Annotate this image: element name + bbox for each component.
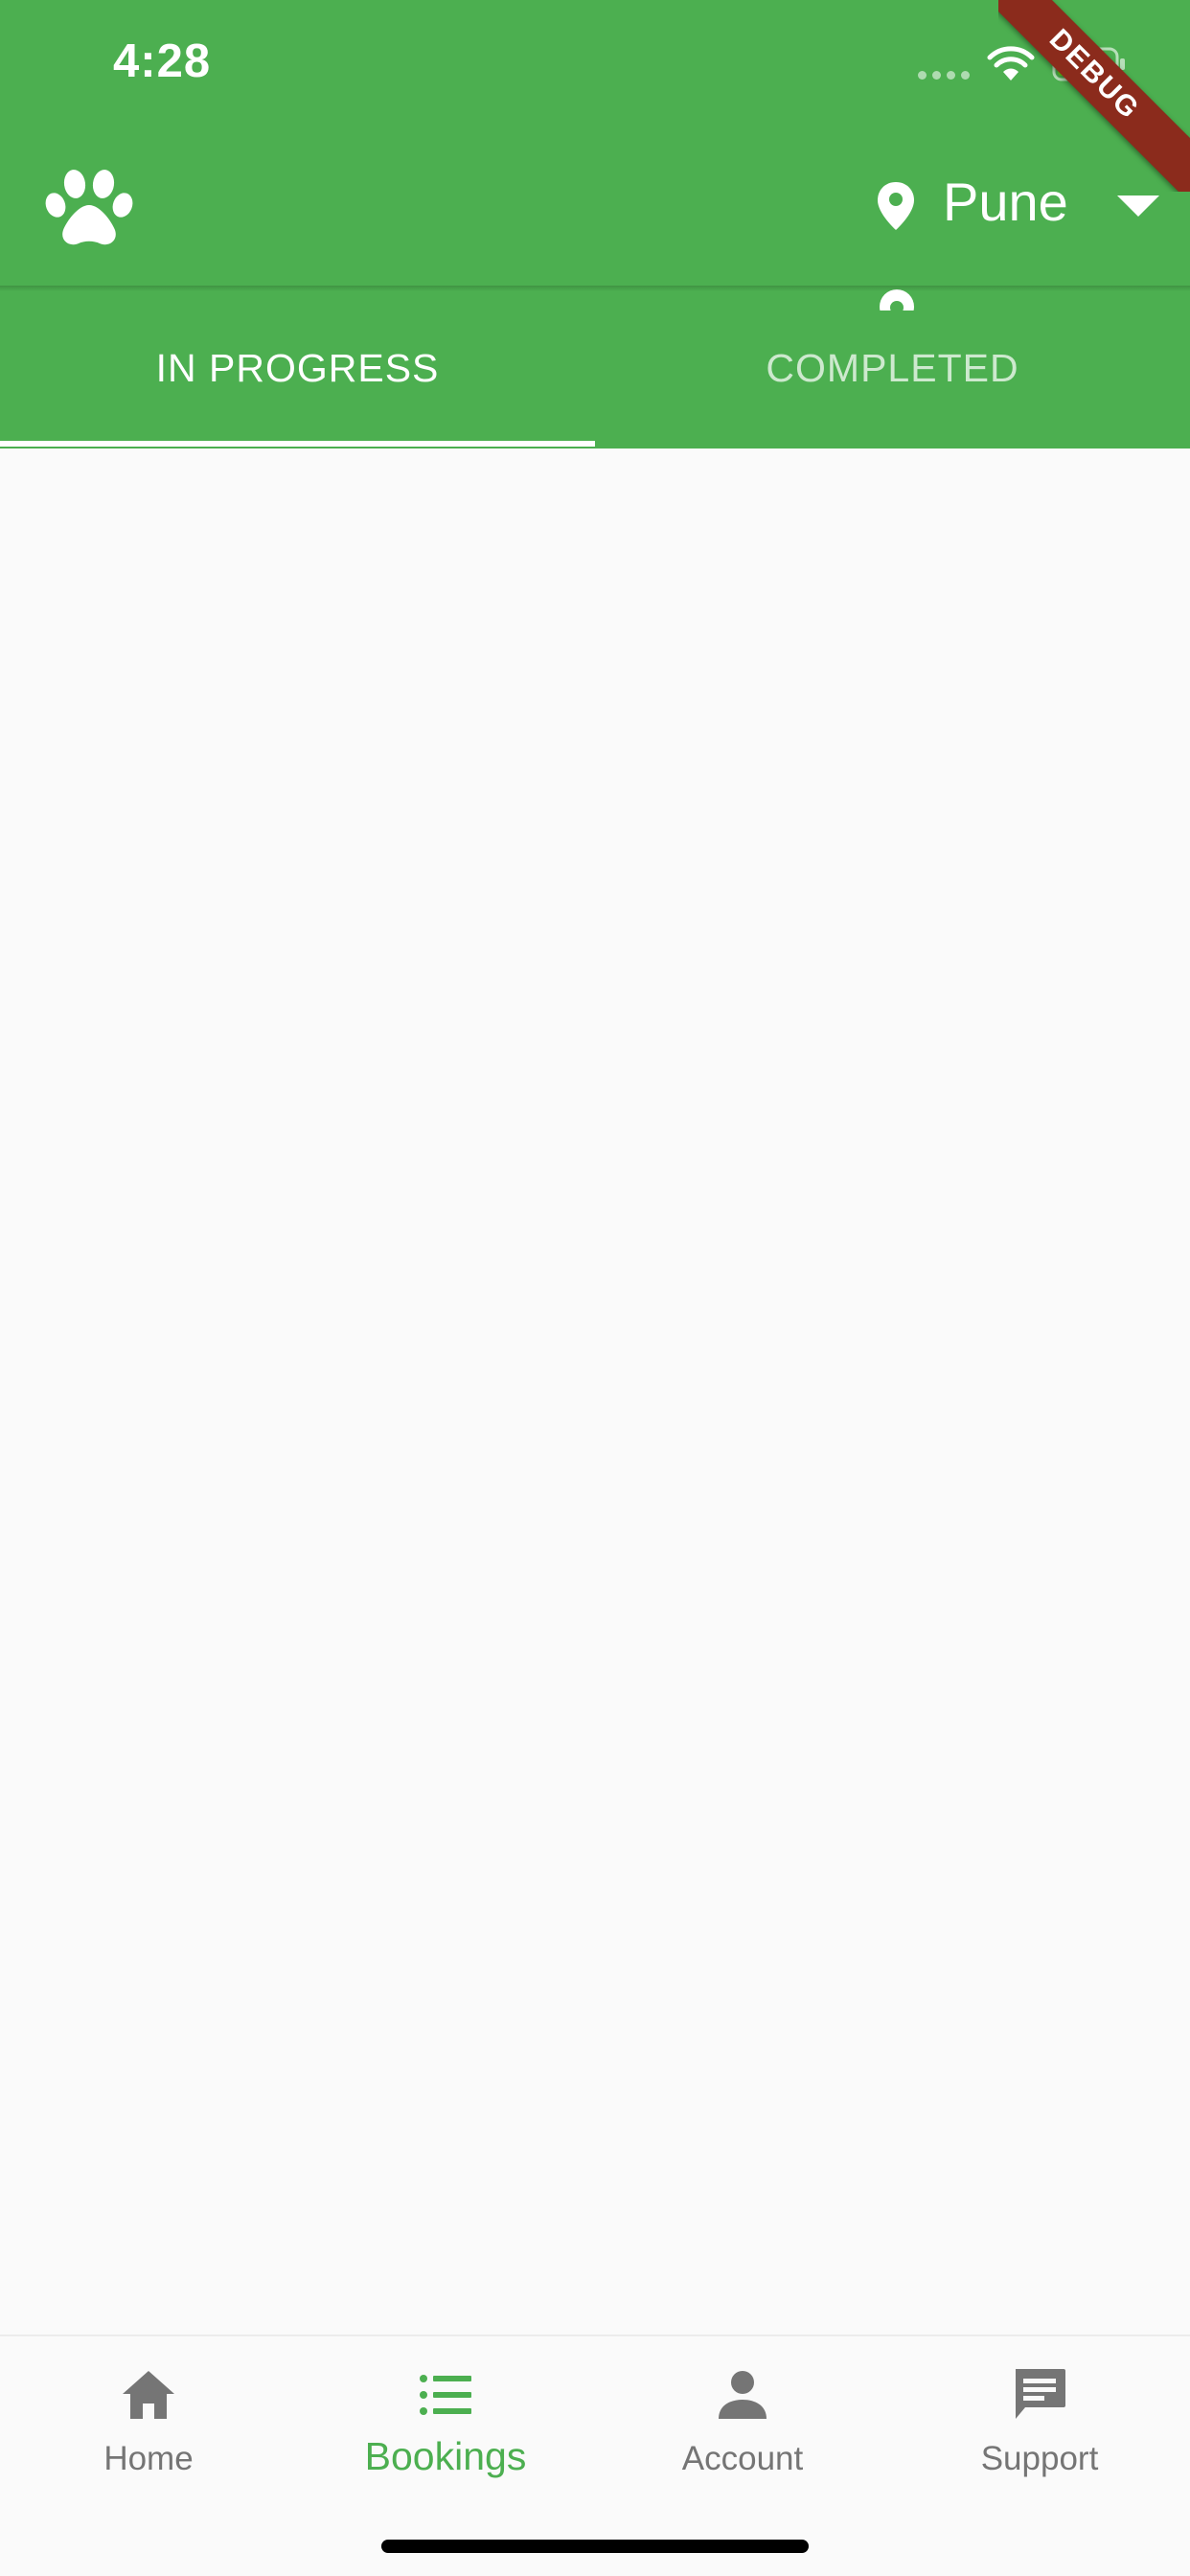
bookings-screen: 4:28 Pune IN PROGRESS COMPLETED DEBUG Ho… bbox=[0, 0, 1190, 2576]
debug-banner-label: DEBUG bbox=[998, 0, 1190, 192]
nav-item-account[interactable]: Account bbox=[594, 2336, 891, 2499]
home-indicator bbox=[381, 2540, 809, 2553]
nav-label-home: Home bbox=[103, 2440, 194, 2477]
chat-icon bbox=[1016, 2369, 1065, 2419]
caret-down-icon bbox=[1117, 196, 1159, 217]
list-icon bbox=[420, 2375, 471, 2415]
person-icon bbox=[719, 2371, 767, 2419]
nav-item-support[interactable]: Support bbox=[891, 2336, 1188, 2499]
debug-banner: DEBUG bbox=[998, 0, 1190, 192]
paw-icon bbox=[45, 170, 133, 245]
nav-item-home[interactable]: Home bbox=[0, 2336, 297, 2499]
cellular-signal-icon bbox=[918, 71, 972, 80]
home-icon bbox=[123, 2371, 174, 2419]
status-time: 4:28 bbox=[113, 35, 212, 87]
location-pin-icon bbox=[878, 182, 914, 230]
tab-completed[interactable]: COMPLETED bbox=[595, 288, 1190, 448]
nav-label-account: Account bbox=[681, 2440, 804, 2477]
nav-label-bookings: Bookings bbox=[364, 2434, 527, 2478]
nav-label-support: Support bbox=[980, 2440, 1099, 2477]
tab-indicator bbox=[0, 441, 595, 447]
tab-in-progress[interactable]: IN PROGRESS bbox=[0, 288, 595, 448]
nav-item-bookings[interactable]: Bookings bbox=[297, 2336, 594, 2499]
